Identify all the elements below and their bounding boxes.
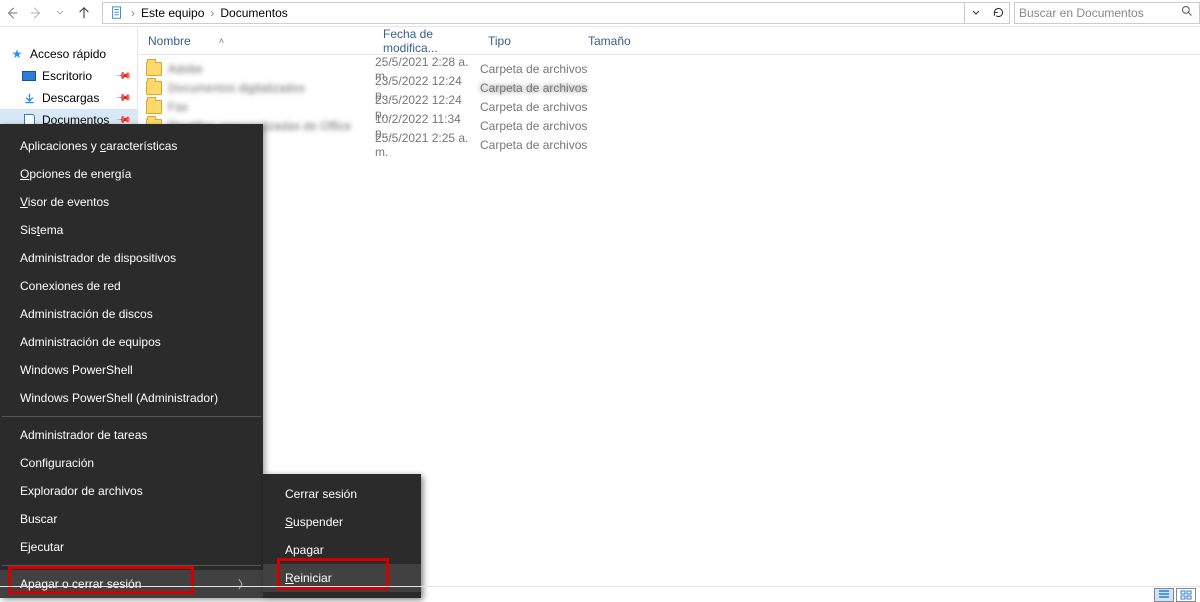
refresh-group — [965, 2, 1010, 24]
sort-asc-icon: ˄ — [219, 36, 224, 46]
sidebar-item-downloads[interactable]: Descargas 📌 — [0, 87, 137, 109]
winx-item-settings[interactable]: Configuración — [0, 449, 263, 477]
col-date[interactable]: Fecha de modifica... — [375, 27, 480, 54]
file-type: Carpeta de archivos — [480, 81, 600, 95]
file-name: Fax — [168, 100, 188, 114]
pin-icon: 📌 — [114, 90, 131, 107]
breadcrumb-seg-1[interactable]: Este equipo — [137, 6, 208, 20]
chevron-down-icon — [972, 9, 980, 17]
nav-recent-button[interactable] — [48, 1, 72, 25]
file-row[interactable]: Adobe 25/5/2021 2:28 a. m. Carpeta de ar… — [138, 59, 1200, 78]
search-input[interactable] — [1019, 6, 1179, 20]
winx-item-task-manager[interactable]: Administrador de tareas — [0, 421, 263, 449]
menu-separator — [2, 416, 261, 417]
folder-icon — [146, 81, 162, 95]
menu-separator — [2, 565, 261, 566]
winx-item-system[interactable]: Sistema — [0, 216, 263, 244]
winx-item-powershell-admin[interactable]: Windows PowerShell (Administrador) — [0, 384, 263, 412]
winx-item-search[interactable]: Buscar — [0, 505, 263, 533]
shutdown-submenu: Cerrar sesión Suspender Apagar Reiniciar — [263, 474, 421, 598]
breadcrumb-separator: › — [208, 6, 216, 20]
sidebar-label: Escritorio — [42, 69, 92, 83]
file-type: Carpeta de archivos — [480, 62, 600, 76]
column-headers: Nombre ˄ Fecha de modifica... Tipo Tamañ… — [138, 27, 1200, 55]
file-row[interactable]: 25/5/2021 2:25 a. m. Carpeta de archivos — [138, 135, 1200, 154]
folder-icon — [146, 100, 162, 114]
refresh-button[interactable] — [987, 2, 1009, 24]
col-type[interactable]: Tipo — [480, 27, 580, 54]
col-date-label: Fecha de modifica... — [383, 27, 472, 55]
breadcrumb[interactable]: › Este equipo › Documentos — [102, 2, 965, 24]
submenu-item-signout[interactable]: Cerrar sesión — [263, 480, 421, 508]
folder-icon — [146, 62, 162, 76]
file-row[interactable]: Documentos digitalizados 23/5/2022 12:24… — [138, 78, 1200, 97]
col-size[interactable]: Tamaño — [580, 27, 650, 54]
col-type-label: Tipo — [488, 34, 511, 48]
view-details-button[interactable] — [1154, 588, 1174, 602]
winx-item-file-explorer[interactable]: Explorador de archivos — [0, 477, 263, 505]
breadcrumb-seg-2[interactable]: Documentos — [216, 6, 291, 20]
documents-folder-icon — [109, 5, 125, 21]
large-icons-view-icon — [1180, 590, 1192, 600]
arrow-right-icon — [29, 6, 43, 20]
view-large-icons-button[interactable] — [1176, 588, 1196, 602]
col-name[interactable]: Nombre ˄ — [138, 27, 375, 54]
col-size-label: Tamaño — [588, 34, 631, 48]
file-row[interactable]: Fax 23/5/2022 12:24 p... Carpeta de arch… — [138, 97, 1200, 116]
nav-forward-button[interactable] — [24, 1, 48, 25]
status-bar — [0, 586, 1200, 602]
details-view-icon — [1158, 590, 1170, 600]
file-name: Adobe — [168, 62, 203, 76]
winx-item-run[interactable]: Ejecutar — [0, 533, 263, 561]
address-bar: › Este equipo › Documentos — [0, 0, 1200, 26]
arrow-up-icon — [77, 6, 91, 20]
nav-back-button[interactable] — [0, 1, 24, 25]
file-date: 25/5/2021 2:25 a. m. — [375, 131, 480, 159]
winx-item-disk-management[interactable]: Administración de discos — [0, 300, 263, 328]
sidebar-label: Descargas — [42, 91, 99, 105]
file-type: Carpeta de archivos — [480, 138, 600, 152]
desktop-icon — [22, 69, 36, 83]
winx-item-computer-management[interactable]: Administración de equipos — [0, 328, 263, 356]
breadcrumb-separator: › — [129, 6, 137, 20]
arrow-left-icon — [5, 6, 19, 20]
file-type: Carpeta de archivos — [480, 100, 600, 114]
pin-icon: 📌 — [114, 68, 131, 85]
col-name-label: Nombre — [148, 34, 191, 48]
download-icon — [22, 91, 36, 105]
breadcrumb-dropdown-button[interactable] — [965, 2, 987, 24]
search-box[interactable] — [1014, 2, 1200, 24]
winx-item-power-options[interactable]: Opciones de energía — [0, 160, 263, 188]
file-name: Documentos digitalizados — [168, 81, 305, 95]
winx-menu: Aplicaciones y características Opciones … — [0, 124, 263, 598]
submenu-item-shutdown[interactable]: Apagar — [263, 536, 421, 564]
star-icon: ★ — [10, 47, 24, 61]
nav-up-button[interactable] — [72, 1, 96, 25]
file-type: Carpeta de archivos — [480, 119, 600, 133]
winx-item-apps-features[interactable]: Aplicaciones y características — [0, 132, 263, 160]
winx-item-network-connections[interactable]: Conexiones de red — [0, 272, 263, 300]
sidebar-label: Acceso rápido — [30, 47, 106, 61]
chevron-down-icon — [56, 9, 64, 17]
search-icon — [1179, 5, 1195, 20]
submenu-item-sleep[interactable]: Suspender — [263, 508, 421, 536]
winx-item-powershell[interactable]: Windows PowerShell — [0, 356, 263, 384]
file-list: Adobe 25/5/2021 2:28 a. m. Carpeta de ar… — [138, 55, 1200, 154]
winx-item-device-manager[interactable]: Administrador de dispositivos — [0, 244, 263, 272]
winx-item-event-viewer[interactable]: Visor de eventos — [0, 188, 263, 216]
sidebar-item-desktop[interactable]: Escritorio 📌 — [0, 65, 137, 87]
sidebar-item-quick-access[interactable]: ★ Acceso rápido — [0, 43, 137, 65]
file-row[interactable]: Plantillas personalizadas de Office 10/2… — [138, 116, 1200, 135]
refresh-icon — [992, 6, 1005, 19]
